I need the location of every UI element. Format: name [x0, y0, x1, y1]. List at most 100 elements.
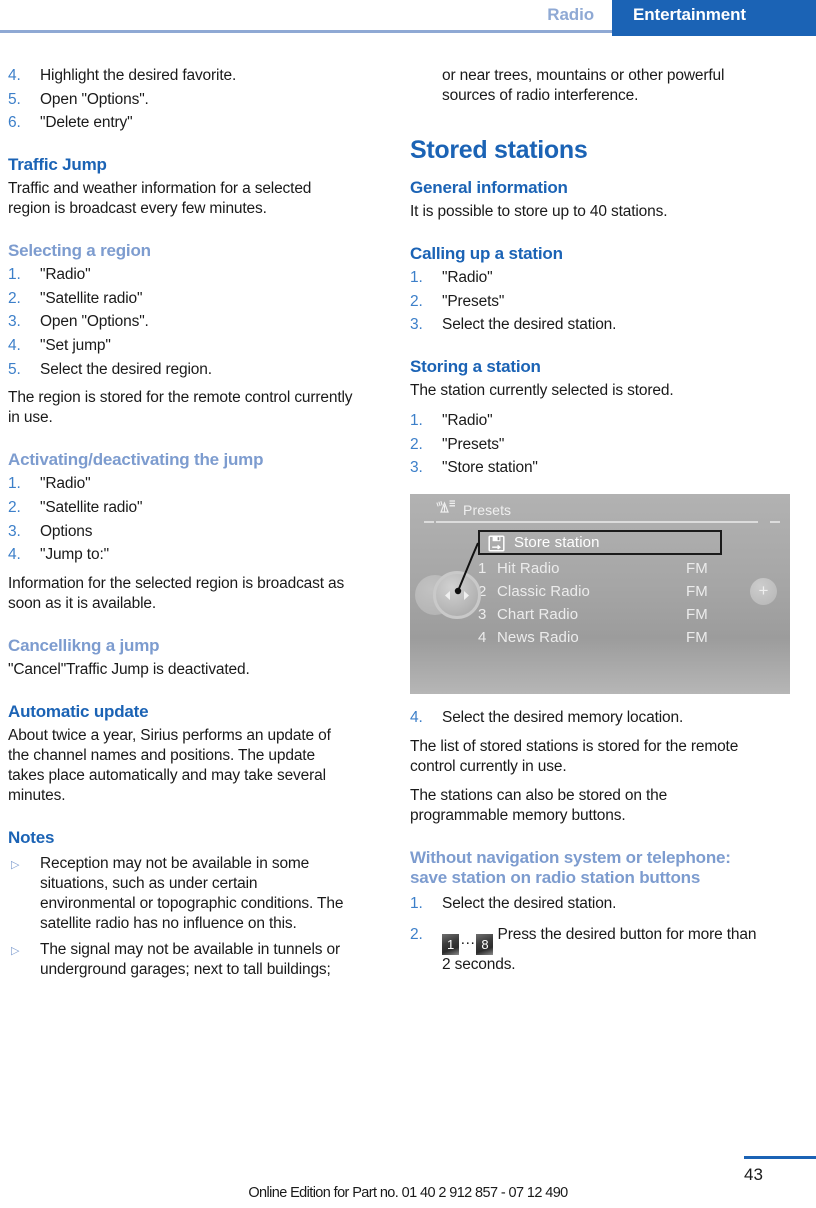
idrive-header-tick-left	[424, 521, 434, 524]
list-item: 2. 1… 8 Press the desired button for more…	[410, 925, 757, 975]
step-number: 2.	[410, 926, 423, 944]
step-number: 2.	[8, 499, 21, 517]
heading-selecting-a-region: Selecting a region	[8, 241, 151, 261]
notes-bullet-list: ▷ Reception may not be available in some…	[8, 854, 355, 980]
list-item: 4. Select the desired memory location.	[410, 708, 757, 728]
step-number: 5.	[8, 90, 21, 108]
notes-continuation-list: or near trees, mountains or other powerf…	[410, 66, 757, 106]
idrive-preset-row[interactable]: 2 Classic Radio FM	[478, 580, 722, 603]
idrive-store-station-row[interactable]: Store station	[478, 530, 722, 557]
list-item: or near trees, mountains or other powerf…	[410, 66, 757, 106]
preset-name: Hit Radio	[497, 560, 560, 578]
preset-band: FM	[686, 629, 708, 647]
delete-favorite-steps: 4. Highlight the desired favorite. 5. Op…	[8, 66, 355, 133]
list-item: 2. "Presets"	[410, 292, 757, 312]
step-text: Select the desired station.	[442, 894, 617, 912]
storing-station-note-1: The list of stored stations is stored fo…	[410, 737, 739, 775]
preset-band: FM	[686, 606, 708, 624]
step-number: 4.	[8, 337, 21, 355]
step-number: 3.	[8, 313, 21, 331]
step-number: 1.	[8, 475, 21, 493]
preset-band: FM	[686, 583, 708, 601]
arrow-right-icon	[464, 590, 469, 600]
step-number: 4.	[410, 709, 423, 727]
without-nav-steps: 1. Select the desired station. 2. 1… 8 Pr…	[410, 894, 757, 975]
step-text: Select the desired region.	[40, 360, 212, 378]
page-number: 43	[744, 1165, 763, 1184]
step-text: "Delete entry"	[40, 114, 133, 132]
step-number: 6.	[8, 114, 21, 132]
radio-station-button-8-icon: 8	[476, 934, 494, 956]
header-tab-radio-label: Radio	[547, 5, 594, 24]
preset-number: 1	[478, 560, 487, 578]
idrive-header-rule	[436, 521, 758, 524]
step-number: 3.	[8, 522, 21, 540]
button-range-ellipsis: …	[460, 931, 476, 949]
idrive-plus-button[interactable]: +	[750, 578, 777, 606]
heading-calling-up-a-station: Calling up a station	[410, 244, 563, 263]
radio-station-button-range: 1… 8	[442, 930, 494, 956]
list-item: 5. Open "Options".	[8, 90, 355, 110]
list-item: 2. "Presets"	[410, 435, 757, 455]
page-number-container: 43	[744, 1156, 816, 1185]
bullet-text: Reception may not be available in some s…	[40, 855, 344, 933]
idrive-preset-row[interactable]: 3 Chart Radio FM	[478, 603, 722, 626]
step-number: 2.	[410, 435, 423, 453]
list-item: 2. "Satellite radio"	[8, 289, 355, 309]
list-item: 1. "Radio"	[8, 265, 355, 285]
idrive-header-label: Presets	[463, 502, 512, 519]
step-number: 3.	[410, 316, 423, 334]
heading-storing-a-station: Storing a station	[410, 357, 541, 377]
storing-station-intro: The station currently selected is stored…	[410, 382, 674, 400]
save-floppy-icon	[488, 535, 505, 557]
bullet-text: The signal may not be available in tunne…	[40, 941, 340, 979]
step-number: 1.	[410, 269, 423, 287]
list-item: 4. "Set jump"	[8, 336, 355, 356]
preset-number: 3	[478, 606, 487, 624]
step-text: "Radio"	[40, 266, 91, 284]
step-text: "Jump to:"	[40, 546, 109, 564]
heading-automatic-update: Automatic update	[8, 702, 149, 722]
automatic-update-text: About twice a year, Sirius performs an u…	[8, 727, 331, 805]
activating-jump-steps: 1. "Radio" 2. "Satellite radio" 3. Optio…	[8, 474, 355, 565]
list-item: 1. "Radio"	[410, 268, 757, 288]
list-item: 4. "Jump to:"	[8, 545, 355, 565]
step-text: "Satellite radio"	[40, 499, 143, 517]
list-item: 2. "Satellite radio"	[8, 498, 355, 518]
list-item: ▷ Reception may not be available in some…	[8, 854, 355, 934]
step-text: Highlight the desired favorite.	[40, 67, 237, 84]
activating-jump-note: Information for the selected region is b…	[8, 575, 345, 613]
step-number: 1.	[8, 266, 21, 284]
header-tab-entertainment[interactable]: Entertainment	[612, 0, 816, 36]
idrive-preset-row[interactable]: 1 Hit Radio FM	[478, 557, 722, 580]
storing-station-step-4: 4. Select the desired memory location.	[410, 708, 757, 728]
triangle-bullet-icon: ▷	[11, 945, 20, 958]
idrive-screen-header: Presets	[436, 499, 511, 521]
header-tab-radio[interactable]: Radio	[470, 0, 606, 30]
step-text: "Radio"	[442, 269, 493, 287]
list-item: 1. "Radio"	[410, 411, 757, 431]
footer-edition-note: Online Edition for Part no. 01 40 2 912 …	[248, 1185, 568, 1201]
step-number: 5.	[8, 360, 21, 378]
arrow-left-icon	[445, 590, 450, 600]
step-text: "Presets"	[442, 292, 505, 310]
list-item: 3. Select the desired station.	[410, 315, 757, 335]
right-column: or near trees, mountains or other powerf…	[410, 62, 790, 975]
heading-notes: Notes	[8, 828, 55, 848]
list-item: 3. Open "Options".	[8, 312, 355, 332]
idrive-preset-row[interactable]: 4 News Radio FM	[478, 626, 722, 649]
idrive-navigation-knob[interactable]	[433, 571, 481, 620]
bullet-text-continued: or near trees, mountains or other powerf…	[442, 67, 725, 104]
cancelling-jump-text: "Cancel"Traffic Jump is deactivated.	[8, 661, 250, 679]
header-tab-entertainment-label: Entertainment	[633, 5, 746, 24]
step-text: "Radio"	[40, 475, 91, 493]
list-item: 3. Options	[8, 522, 355, 542]
step-text: Select the desired memory location.	[442, 709, 684, 727]
heading-stored-stations: Stored stations	[410, 135, 588, 164]
general-information-text: It is possible to store up to 40 station…	[410, 203, 668, 221]
idrive-header-tick-right	[770, 521, 780, 524]
preset-band: FM	[686, 560, 708, 578]
satellite-radio-icon	[436, 499, 456, 521]
heading-general-information: General information	[410, 177, 568, 197]
step-number: 3.	[410, 459, 423, 477]
